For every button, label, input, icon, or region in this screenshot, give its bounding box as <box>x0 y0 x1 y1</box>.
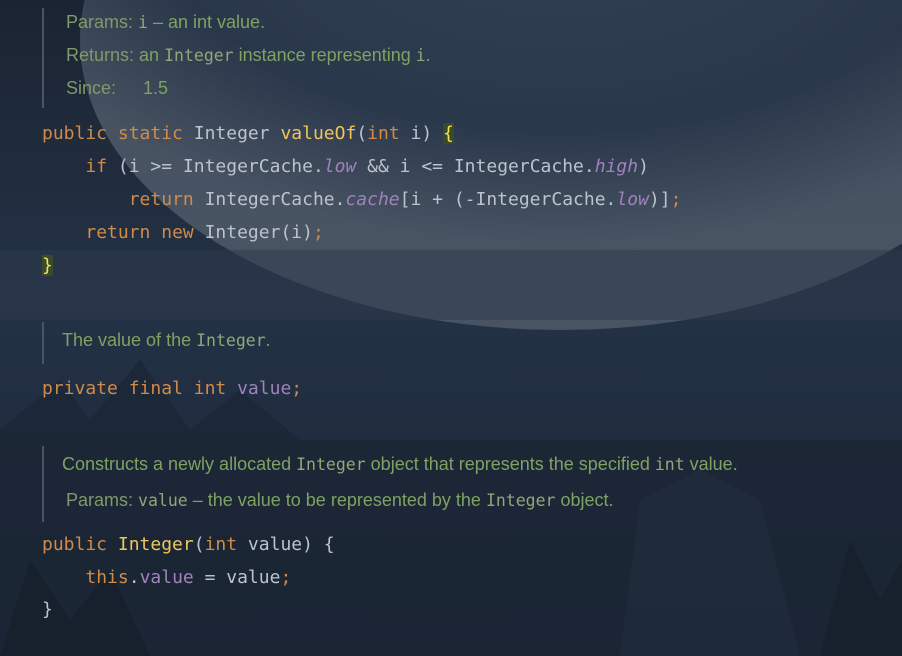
static-field: high <box>594 156 639 177</box>
keyword: this <box>85 567 129 588</box>
doc-type: Integer <box>296 455 366 474</box>
param-name: i <box>138 13 148 32</box>
field-name: value <box>237 378 292 399</box>
dot: . <box>128 567 140 588</box>
paren: ( <box>193 534 205 555</box>
semicolon: ; <box>670 189 682 210</box>
returns-end: . <box>425 45 431 65</box>
constructor-name: Integer <box>117 534 194 555</box>
return-type: Integer <box>193 123 270 144</box>
returns-post: instance representing <box>233 45 416 65</box>
doc-type: Integer <box>485 491 556 510</box>
code-line-constructor-signature: public Integer(int value) { <box>42 534 335 555</box>
javadoc-constructor: Constructs a newly allocated Integer obj… <box>42 446 738 522</box>
doc-field-line: The value of the Integer. <box>62 330 271 351</box>
code-text: IntegerCache. <box>193 189 346 210</box>
keyword: new <box>161 222 194 243</box>
code-text: (i >= IntegerCache. <box>107 156 324 177</box>
param-name: value <box>138 491 188 510</box>
code-line-if: if (i >= IntegerCache.low && i <= Intege… <box>42 156 649 177</box>
doc-params-line: Params: i – an int value. <box>66 12 265 33</box>
code-line-field-decl: private final int value; <box>42 378 302 399</box>
param-name: i) <box>399 123 444 144</box>
code-line-this-assign: this.value = value; <box>42 567 291 588</box>
javadoc-value-field: The value of the Integer. <box>42 322 271 364</box>
param-desc: – an int value. <box>147 12 266 32</box>
keyword: return <box>128 189 194 210</box>
code-line-constructor-close: } <box>42 599 53 620</box>
semicolon: ; <box>280 567 292 588</box>
code-line-close-brace: } <box>42 255 53 276</box>
paren: ( <box>356 123 368 144</box>
doc-text: object that represents the specified <box>365 454 655 474</box>
returns-type: Integer <box>164 46 234 65</box>
doc-constructor-line: Constructs a newly allocated Integer obj… <box>62 454 738 475</box>
since-label: Since: <box>66 78 117 98</box>
doc-type: Integer <box>196 331 266 350</box>
doc-since-line: Since: 1.5 <box>66 78 168 99</box>
static-field: cache <box>345 189 400 210</box>
code-text: value) { <box>237 534 335 555</box>
code-line-valueof-signature: public static Integer valueOf(int i) { <box>42 123 454 144</box>
keyword: private <box>42 378 118 399</box>
param-desc: – the value to be represented by the <box>187 490 486 510</box>
params-label: Params: <box>66 490 134 510</box>
returns-pre: an <box>139 45 165 65</box>
keyword: return <box>85 222 151 243</box>
code-text: && i <= IntegerCache. <box>356 156 595 177</box>
field-type: int <box>193 378 227 399</box>
code-text: )] <box>648 189 671 210</box>
code-text: [i + (-IntegerCache. <box>399 189 617 210</box>
code-text: Integer(i) <box>193 222 313 243</box>
code-text: = value <box>193 567 281 588</box>
close-brace: } <box>42 599 53 620</box>
doc-params-line: Params: value – the value to be represen… <box>66 490 614 511</box>
static-field: low <box>616 189 649 210</box>
param-type: int <box>204 534 238 555</box>
doc-type: int <box>654 455 685 474</box>
doc-text: The value of the <box>62 330 197 350</box>
params-label: Params: <box>66 12 134 32</box>
doc-text: Constructs a newly allocated <box>62 454 297 474</box>
returns-label: Returns: <box>66 45 135 65</box>
since-value: 1.5 <box>143 78 169 98</box>
code-line-return-cache: return IntegerCache.cache[i + (-IntegerC… <box>42 189 682 210</box>
code-line-return-new: return new Integer(i); <box>42 222 324 243</box>
keyword: final <box>128 378 183 399</box>
returns-var: i <box>415 46 426 65</box>
static-field: low <box>323 156 357 177</box>
param-type: int <box>367 123 400 144</box>
close-brace-highlighted: } <box>42 255 53 276</box>
semicolon: ; <box>291 378 303 399</box>
doc-text: . <box>265 330 271 350</box>
method-name: valueOf <box>280 123 357 144</box>
field-name: value <box>139 567 194 588</box>
semicolon: ; <box>312 222 324 243</box>
doc-text: value. <box>684 454 738 474</box>
code-text: ) <box>638 156 649 177</box>
javadoc-valueof: Params: i – an int value. Returns: an In… <box>42 8 431 108</box>
keyword: public <box>42 534 108 555</box>
doc-returns-line: Returns: an Integer instance representin… <box>66 45 431 66</box>
keyword: public <box>42 123 108 144</box>
keyword: if <box>85 156 108 177</box>
open-brace-highlighted: { <box>443 123 454 144</box>
doc-text: object. <box>555 490 614 510</box>
keyword: static <box>117 123 183 144</box>
